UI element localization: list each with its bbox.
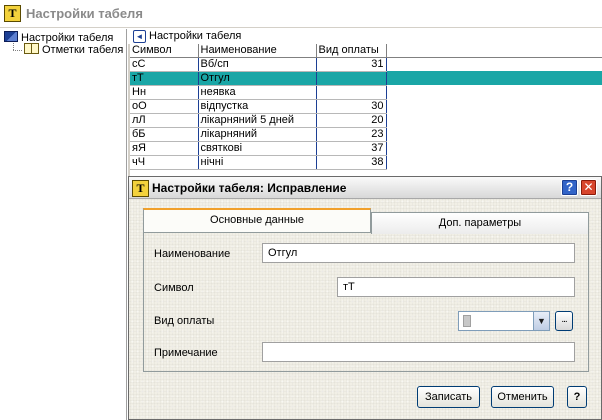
help-title-button[interactable]: ? <box>561 179 578 196</box>
cell-pay-type: 30 <box>316 99 387 114</box>
tree-connector <box>13 43 14 50</box>
cell-symbol: чЧ <box>130 155 199 170</box>
cell-filler <box>386 85 602 99</box>
save-button[interactable]: Записать <box>417 386 480 408</box>
tab-main-data[interactable]: Основные данные <box>143 208 371 232</box>
name-field[interactable]: Отгул <box>262 243 575 263</box>
cell-name: неявка <box>198 85 317 100</box>
back-arrow-icon[interactable]: ◄ <box>133 30 146 43</box>
tree-item-marks[interactable]: Отметки табеля <box>24 43 123 57</box>
chevron-down-icon[interactable]: ▼ <box>533 312 549 330</box>
cell-filler <box>386 99 602 113</box>
cell-name: нічні <box>198 155 317 170</box>
cancel-button[interactable]: Отменить <box>491 386 554 408</box>
cell-symbol: бБ <box>130 127 199 142</box>
close-button[interactable]: ✕ <box>580 179 597 196</box>
cell-pay-type: 31 <box>316 57 387 72</box>
name-label: Наименование <box>154 248 231 260</box>
cell-name: лікарняний <box>198 127 317 142</box>
cell-symbol: оО <box>130 99 199 114</box>
column-header-pay-type[interactable]: Вид оплаты <box>316 44 387 58</box>
note-label: Примечание <box>154 347 218 359</box>
navigation-tree: Настройки табеля Отметки табеля <box>0 29 127 420</box>
symbol-field[interactable]: тТ <box>337 277 575 297</box>
marks-grid[interactable]: Символ Наименование Вид оплаты сС Вб/сп 31… <box>130 44 602 189</box>
dialog-title: Настройки табеля: Исправление <box>152 181 347 195</box>
cell-pay-type: 38 <box>316 155 387 170</box>
panel-header: ◄ Настройки табеля <box>128 29 602 44</box>
table-row[interactable]: оО відпустка 30 <box>130 99 602 114</box>
app-logo-icon: T <box>4 5 21 22</box>
cell-pay-type: 20 <box>316 113 387 128</box>
table-row[interactable]: тТ Отгул <box>130 71 602 86</box>
cell-symbol: лЛ <box>130 113 199 128</box>
marks-table: Символ Наименование Вид оплаты сС Вб/сп 31… <box>130 44 602 170</box>
cell-symbol: сС <box>130 57 199 72</box>
cell-filler <box>386 113 602 127</box>
cell-symbol: тТ <box>130 71 199 86</box>
cell-pay-type: 23 <box>316 127 387 142</box>
cell-pay-type: 37 <box>316 141 387 156</box>
cell-filler <box>386 155 602 169</box>
browse-button[interactable]: ... <box>555 311 573 331</box>
table-row[interactable]: бБ лікарняний 23 <box>130 127 602 142</box>
main-window-header: T Настройки табеля <box>0 0 602 28</box>
column-header-empty <box>386 44 602 58</box>
open-book-icon <box>24 43 39 54</box>
pay-type-select[interactable]: ▼ <box>458 311 550 331</box>
pay-type-label: Вид оплаты <box>154 315 215 327</box>
cell-name: лікарняний 5 дней <box>198 113 317 128</box>
grid-header-row: Символ Наименование Вид оплаты <box>130 44 602 58</box>
color-swatch <box>463 315 471 327</box>
tab-extra-params[interactable]: Доп. параметры <box>371 212 589 234</box>
cell-name: Отгул <box>198 71 317 86</box>
cell-symbol: Нн <box>130 85 199 100</box>
table-row[interactable]: яЯ святкові 37 <box>130 141 602 156</box>
cell-filler <box>386 141 602 155</box>
cell-pay-type <box>316 85 387 100</box>
cell-name: святкові <box>198 141 317 156</box>
cell-name: відпустка <box>198 99 317 114</box>
symbol-label: Символ <box>154 282 194 294</box>
table-row[interactable]: Нн неявка <box>130 85 602 100</box>
cell-pay-type <box>316 71 387 86</box>
cell-symbol: яЯ <box>130 141 199 156</box>
table-row[interactable]: чЧ нічні 38 <box>130 155 602 170</box>
panel-title: Настройки табеля <box>149 30 242 42</box>
book-icon <box>4 31 18 42</box>
tree-item-label: Отметки табеля <box>42 44 124 56</box>
edit-dialog: T Настройки табеля: Исправление ? ✕ Доп.… <box>128 176 602 420</box>
column-header-symbol[interactable]: Символ <box>130 44 199 58</box>
column-header-name[interactable]: Наименование <box>198 44 317 58</box>
help-button[interactable]: ? <box>567 386 587 408</box>
cell-filler <box>386 71 602 85</box>
cell-filler <box>386 127 602 141</box>
table-row[interactable]: лЛ лікарняний 5 дней 20 <box>130 113 602 128</box>
note-field[interactable] <box>262 342 575 362</box>
cell-name: Вб/сп <box>198 57 317 72</box>
table-row[interactable]: сС Вб/сп 31 <box>130 57 602 72</box>
cell-filler <box>386 57 602 71</box>
tree-connector <box>13 50 22 51</box>
app-logo-icon: T <box>132 180 149 197</box>
main-window-title: Настройки табеля <box>26 6 143 21</box>
dialog-title-bar[interactable]: T Настройки табеля: Исправление ? ✕ <box>129 177 601 199</box>
